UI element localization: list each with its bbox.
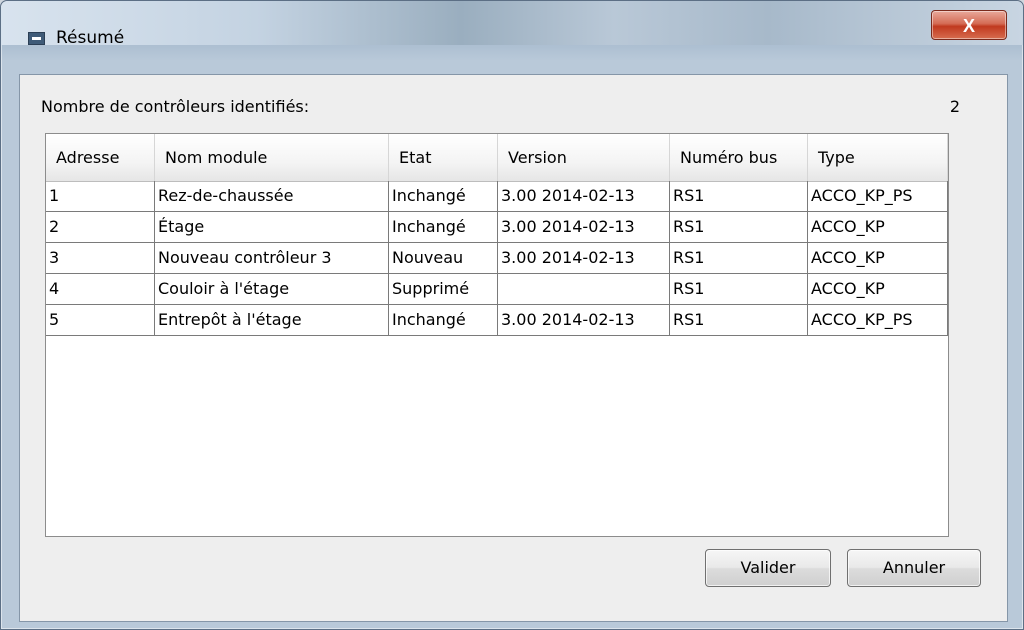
table-row[interactable]: 3 Nouveau contrôleur 3 Nouveau 3.00 2014… xyxy=(46,243,948,274)
cell-type[interactable]: ACCO_KP_PS xyxy=(808,305,948,335)
controller-count-value: 2 xyxy=(949,97,960,116)
cell-nom-module[interactable]: Rez-de-chaussée xyxy=(155,181,389,211)
cell-adresse[interactable]: 2 xyxy=(46,212,155,242)
cell-adresse[interactable]: 1 xyxy=(46,181,155,211)
app-window-icon xyxy=(28,32,45,45)
cell-etat[interactable]: Inchangé xyxy=(389,181,498,211)
cell-type[interactable]: ACCO_KP xyxy=(808,274,948,304)
dialog-content: Nombre de contrôleurs identifiés: 2 Adre… xyxy=(19,74,1008,622)
close-button[interactable]: X xyxy=(931,10,1007,40)
column-header-etat[interactable]: Etat xyxy=(389,134,498,181)
cell-type[interactable]: ACCO_KP xyxy=(808,212,948,242)
window-title: Résumé xyxy=(56,28,125,48)
cell-numero-bus[interactable]: RS1 xyxy=(670,212,808,242)
cell-adresse[interactable]: 4 xyxy=(46,274,155,304)
cell-version[interactable]: 3.00 2014-02-13 xyxy=(498,305,670,335)
cell-version[interactable]: 3.00 2014-02-13 xyxy=(498,181,670,211)
cell-type[interactable]: ACCO_KP_PS xyxy=(808,181,948,211)
cell-nom-module[interactable]: Étage xyxy=(155,212,389,242)
cell-etat[interactable]: Inchangé xyxy=(389,305,498,335)
cell-numero-bus[interactable]: RS1 xyxy=(670,181,808,211)
table-row[interactable]: 1 Rez-de-chaussée Inchangé 3.00 2014-02-… xyxy=(46,181,948,212)
validate-button[interactable]: Valider xyxy=(705,549,831,587)
column-header-nom-module[interactable]: Nom module xyxy=(155,134,389,181)
cell-numero-bus[interactable]: RS1 xyxy=(670,274,808,304)
table-row[interactable]: 2 Étage Inchangé 3.00 2014-02-13 RS1 ACC… xyxy=(46,212,948,243)
cell-nom-module[interactable]: Nouveau contrôleur 3 xyxy=(155,243,389,273)
cell-adresse[interactable]: 5 xyxy=(46,305,155,335)
controller-count-label: Nombre de contrôleurs identifiés: xyxy=(41,97,310,116)
column-header-version[interactable]: Version xyxy=(498,134,670,181)
column-header-type[interactable]: Type xyxy=(808,134,948,181)
controllers-table[interactable]: Adresse Nom module Etat Version Numéro b… xyxy=(45,133,949,537)
table-row[interactable]: 4 Couloir à l'étage Supprimé RS1 ACCO_KP xyxy=(46,274,948,305)
cell-nom-module[interactable]: Entrepôt à l'étage xyxy=(155,305,389,335)
cell-adresse[interactable]: 3 xyxy=(46,243,155,273)
cell-version[interactable]: 3.00 2014-02-13 xyxy=(498,212,670,242)
dialog-window: Résumé X Nombre de contrôleurs identifié… xyxy=(0,0,1024,630)
cell-version[interactable]: 3.00 2014-02-13 xyxy=(498,243,670,273)
title-bar[interactable]: Résumé X xyxy=(1,1,1023,48)
table-body: 1 Rez-de-chaussée Inchangé 3.00 2014-02-… xyxy=(46,181,948,336)
column-header-adresse[interactable]: Adresse xyxy=(46,134,155,181)
cell-etat[interactable]: Inchangé xyxy=(389,212,498,242)
cell-numero-bus[interactable]: RS1 xyxy=(670,243,808,273)
cell-numero-bus[interactable]: RS1 xyxy=(670,305,808,335)
close-icon: X xyxy=(962,16,975,36)
table-header: Adresse Nom module Etat Version Numéro b… xyxy=(46,134,948,182)
cell-nom-module[interactable]: Couloir à l'étage xyxy=(155,274,389,304)
cell-etat[interactable]: Nouveau xyxy=(389,243,498,273)
column-header-numero-bus[interactable]: Numéro bus xyxy=(670,134,808,181)
cancel-button[interactable]: Annuler xyxy=(847,549,981,587)
cell-etat[interactable]: Supprimé xyxy=(389,274,498,304)
table-row[interactable]: 5 Entrepôt à l'étage Inchangé 3.00 2014-… xyxy=(46,305,948,336)
cell-type[interactable]: ACCO_KP xyxy=(808,243,948,273)
cell-version[interactable] xyxy=(498,274,670,304)
